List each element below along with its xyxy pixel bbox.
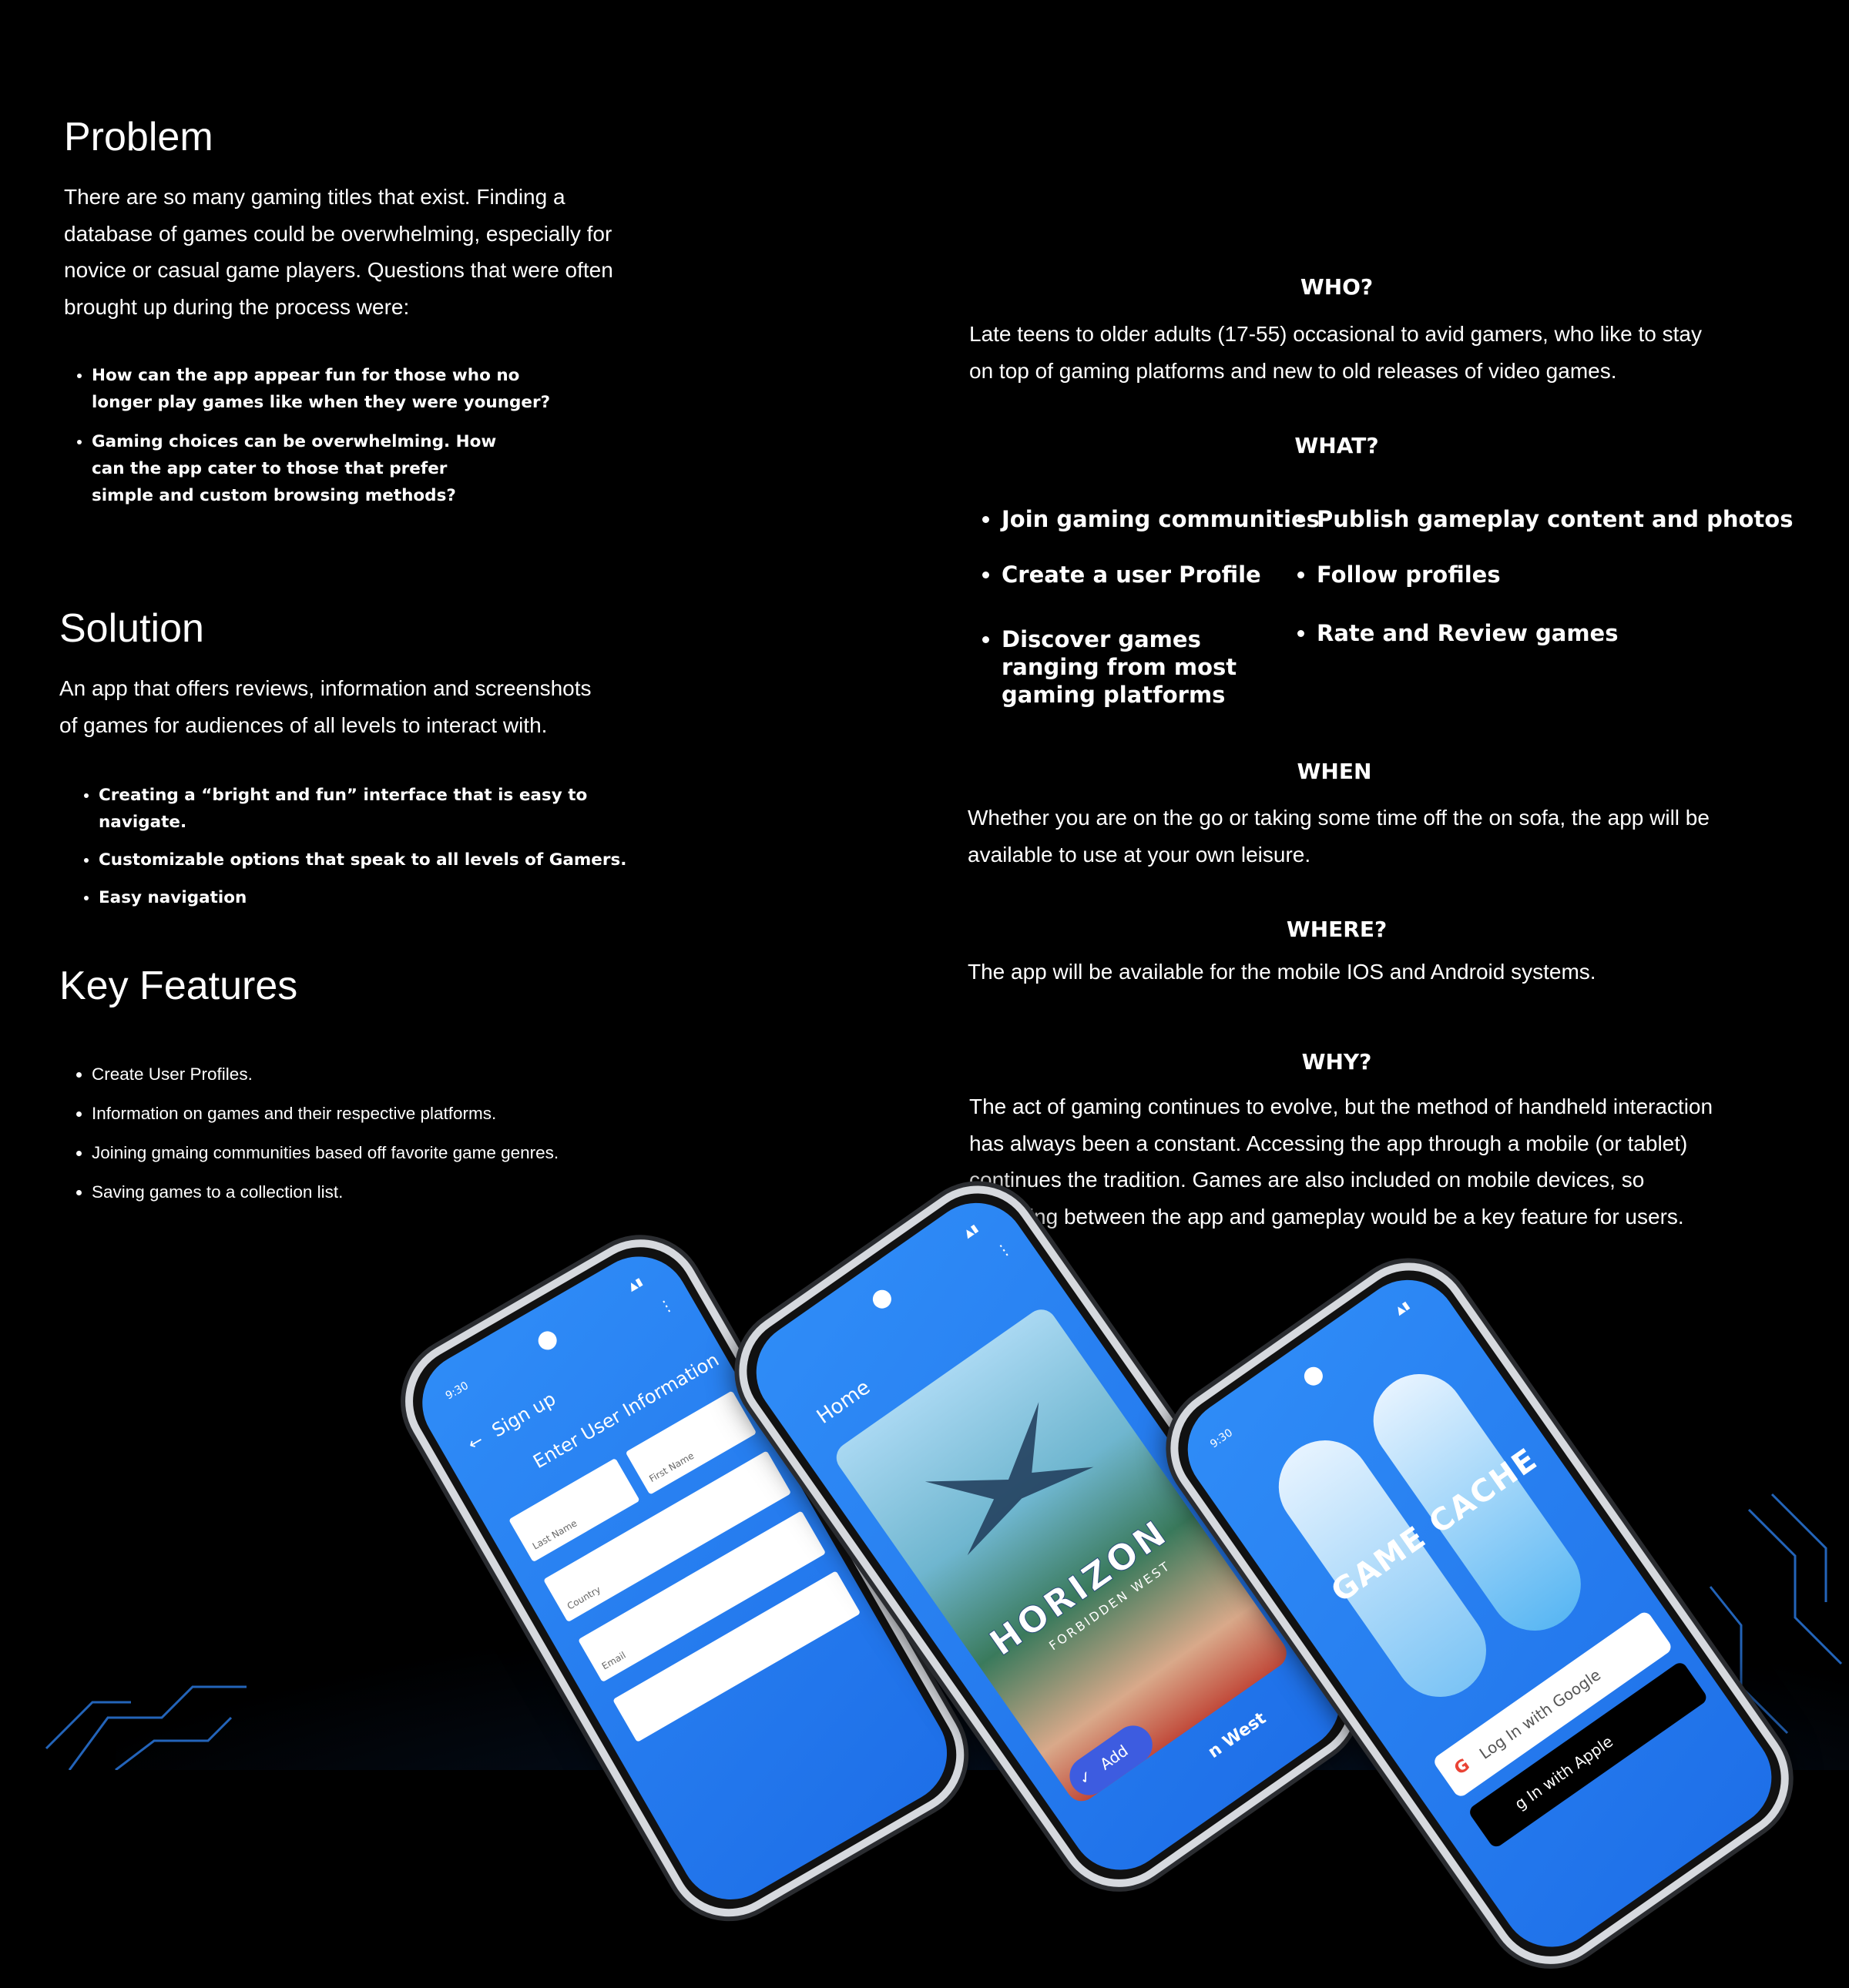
problem-bullet: How can the app appear fun for those who… <box>92 362 569 416</box>
problem-heading: Problem <box>64 115 213 159</box>
home-title: Home <box>812 1376 875 1429</box>
signup-title: Sign up <box>488 1387 560 1442</box>
problem-bullet: Gaming choices can be overwhelming. How … <box>92 428 500 509</box>
solution-bullet: Customizable options that speak to all l… <box>99 846 653 873</box>
solution-bullet: Easy navigation <box>99 884 653 911</box>
what-list: Join gaming communities Create a user Pr… <box>971 505 1841 729</box>
camera-icon <box>1300 1363 1327 1390</box>
solution-bullets: Creating a “bright and fun” interface th… <box>71 782 653 924</box>
signal-icon: ▲▮ <box>626 1276 645 1294</box>
status-time: 9:30 <box>443 1380 471 1403</box>
what-item: Discover games ranging from most gaming … <box>1002 625 1279 709</box>
what-heading: WHAT? <box>1294 433 1379 458</box>
add-label: Add <box>1096 1741 1132 1774</box>
camera-icon <box>869 1286 895 1312</box>
what-item: Rate and Review games <box>1317 619 1618 647</box>
country-label: Country <box>565 1584 603 1612</box>
feature-bullet: Saving games to a collection list. <box>92 1181 677 1204</box>
who-heading: WHO? <box>1300 274 1374 300</box>
check-icon: ✓ <box>1075 1765 1096 1789</box>
feature-bullet: Create User Profiles. <box>92 1063 677 1086</box>
back-arrow-icon[interactable]: ← <box>465 1431 487 1455</box>
what-item: Join gaming communities <box>1002 505 1320 533</box>
why-body: The act of gaming continues to evolve, b… <box>969 1095 1713 1229</box>
features-heading: Key Features <box>59 964 298 1008</box>
last-name-label: Last Name <box>530 1517 579 1552</box>
signal-icon: ▲▮ <box>961 1222 981 1241</box>
where-body: The app will be available for the mobile… <box>968 960 1596 984</box>
feature-bullet: Joining gmaing communities based off fav… <box>92 1142 677 1165</box>
solution-heading: Solution <box>59 606 204 651</box>
where-heading: WHERE? <box>1286 917 1388 942</box>
first-name-label: First Name <box>647 1450 696 1485</box>
when-heading: WHEN <box>1297 759 1372 784</box>
signal-icon: ▲▮ <box>1393 1299 1412 1318</box>
why-heading: WHY? <box>1301 1049 1372 1074</box>
feature-bullet: Information on games and their respectiv… <box>92 1102 677 1125</box>
what-item: Follow profiles <box>1317 561 1501 588</box>
when-body: Whether you are on the go or taking some… <box>968 806 1710 867</box>
what-item: Create a user Profile <box>1002 561 1261 588</box>
features-bullets: Create User Profiles. Information on gam… <box>64 1063 677 1216</box>
more-icon[interactable]: ⋮ <box>992 1238 1015 1262</box>
what-item: Publish gameplay content and photos <box>1317 505 1793 533</box>
camera-icon <box>535 1328 561 1353</box>
problem-bullets: How can the app appear fun for those who… <box>64 362 569 521</box>
solution-body: An app that offers reviews, information … <box>59 676 592 737</box>
google-icon: G <box>1451 1755 1474 1779</box>
status-time: 9:30 <box>1208 1426 1236 1451</box>
who-body: Late teens to older adults (17-55) occas… <box>969 322 1702 383</box>
game-caption: n West <box>1204 1708 1270 1762</box>
email-label: Email <box>599 1649 628 1672</box>
more-icon[interactable]: ⋮ <box>655 1294 677 1318</box>
problem-body: There are so many gaming titles that exi… <box>64 185 613 319</box>
solution-bullet: Creating a “bright and fun” interface th… <box>99 782 653 836</box>
